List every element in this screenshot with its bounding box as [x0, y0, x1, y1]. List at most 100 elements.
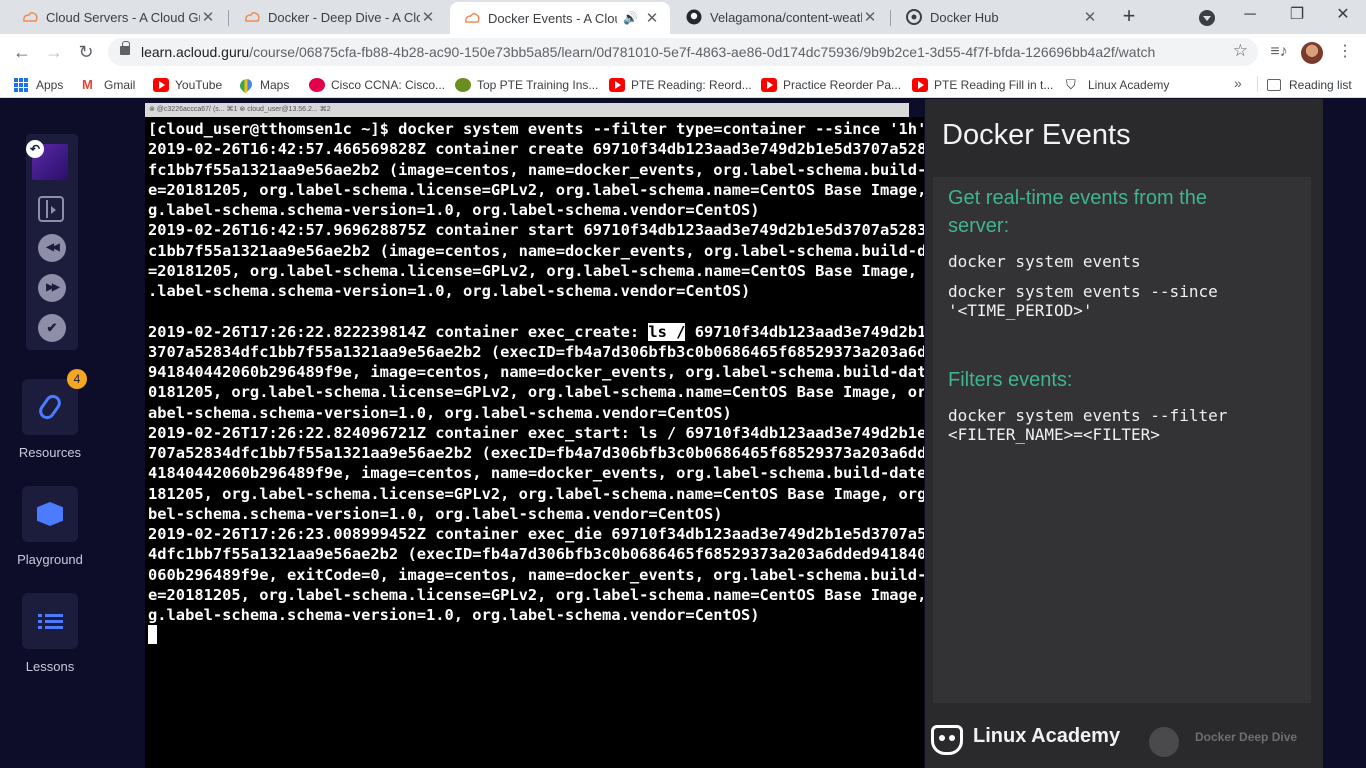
close-tab-icon[interactable]: ✕: [420, 8, 436, 26]
cisco-icon: [309, 78, 325, 92]
slide-code-filter: docker system events --filter <FILTER_NA…: [948, 406, 1228, 444]
github-icon: [686, 9, 702, 25]
youtube-icon: [912, 78, 928, 92]
rewind-icon[interactable]: ◀◀: [38, 234, 66, 262]
reading-list-icon: [1267, 79, 1281, 91]
docker-hub-icon: [906, 9, 922, 25]
linux-academy-owl-icon: [931, 725, 963, 755]
terminal-events-block: 2019-02-26T16:42:57.466569828Z container…: [148, 140, 924, 300]
bookmark-apps[interactable]: Apps: [14, 76, 63, 94]
tab-docker-deep-dive[interactable]: Docker - Deep Dive - A Clouc ✕: [230, 0, 446, 34]
close-window-button[interactable]: ✕: [1329, 4, 1357, 28]
pte-icon: [455, 78, 471, 92]
acloudguru-icon: [244, 9, 260, 25]
bookmark-pte-fill[interactable]: PTE Reading Fill in t...: [912, 76, 1053, 94]
new-tab-button[interactable]: +: [1118, 4, 1140, 30]
browser-toolbar: ← → ↻ learn.acloud.guru/course/06875cfa-…: [0, 34, 1366, 70]
lock-icon[interactable]: [120, 41, 130, 55]
media-control-icon[interactable]: ≡♪: [1267, 40, 1291, 64]
course-name: Docker Deep Dive: [1195, 730, 1298, 744]
terminal-exec-suffix: 69710f34db123aad3e749d2b1e5d: [694, 322, 924, 341]
address-bar[interactable]: learn.acloud.guru/course/06875cfa-fb88-4…: [108, 38, 1258, 66]
tab-docker-events[interactable]: Docker Events - A Cloud 🔊 ✕: [450, 2, 670, 34]
resources-button[interactable]: [22, 379, 78, 435]
gmail-icon: M: [82, 77, 93, 92]
reading-list-button[interactable]: Reading list: [1267, 76, 1352, 94]
course-player: ↶ ◀◀ ▶▶ ✔ 4 Resources Playground Lessons…: [0, 99, 1366, 768]
playground-button[interactable]: [22, 486, 78, 542]
lessons-button[interactable]: [22, 593, 78, 649]
bookmarks-overflow-button[interactable]: »: [1234, 75, 1242, 91]
bookmark-pte-reorder[interactable]: PTE Reading: Reord...: [609, 76, 752, 94]
profile-avatar[interactable]: [1301, 42, 1323, 64]
fast-forward-icon[interactable]: ▶▶: [38, 274, 66, 302]
compass-icon: [1149, 727, 1179, 757]
terminal-prompt-line: [cloud_user@tthomsen1c ~]$ docker system…: [148, 120, 924, 138]
acloudguru-icon: [464, 10, 480, 26]
menu-icon[interactable]: ⋮: [1333, 40, 1357, 64]
terminal-tab-bar[interactable]: ⊗ @c3226accca67/ (s... ⌘1 ⊗ cloud_user@1…: [145, 103, 909, 117]
sidebar-toggle-icon[interactable]: [38, 196, 64, 222]
slide-heading-realtime: Get real-time events from the server:: [948, 187, 1207, 237]
list-icon: [37, 613, 63, 629]
maps-icon: [237, 76, 255, 94]
back-button[interactable]: ←: [10, 40, 34, 64]
slide-code-events: docker system events: [948, 252, 1141, 271]
linux-academy-icon: ⛉: [1066, 77, 1076, 92]
terminal-output: [cloud_user@tthomsen1c ~]$ docker system…: [148, 119, 924, 646]
slide-code-since: docker system events --since '<TIME_PERI…: [948, 282, 1218, 320]
terminal-video[interactable]: [cloud_user@tthomsen1c ~]$ docker system…: [145, 117, 924, 768]
bookmark-linux-academy[interactable]: ⛉ Linux Academy: [1066, 76, 1169, 94]
acloudguru-icon: [22, 9, 38, 25]
close-tab-icon[interactable]: ✕: [1082, 8, 1098, 26]
bookmark-practice-reorder[interactable]: Practice Reorder Pa...: [761, 76, 901, 94]
resources-count-badge: 4: [67, 369, 87, 389]
bookmark-maps[interactable]: Maps: [237, 76, 289, 94]
close-tab-icon[interactable]: ✕: [200, 8, 216, 26]
cube-icon: [37, 502, 63, 526]
back-arrow-icon[interactable]: ↶: [26, 140, 44, 158]
slide-heading-filters: Filters events:: [948, 369, 1073, 391]
tab-search-icon[interactable]: [1199, 10, 1215, 26]
resources-label: Resources: [18, 445, 82, 460]
lessons-label: Lessons: [25, 659, 75, 674]
video-controls-panel: ↶ ◀◀ ▶▶ ✔: [26, 134, 78, 350]
forward-button[interactable]: →: [42, 40, 66, 64]
course-sidebar: ↶ ◀◀ ▶▶ ✔ 4 Resources Playground Lessons: [0, 99, 100, 768]
lesson-slide: Docker Events Get real-time events from …: [925, 99, 1323, 768]
mark-complete-icon[interactable]: ✔: [38, 314, 66, 342]
youtube-icon: [609, 78, 625, 92]
apps-icon: [14, 78, 30, 92]
playground-label: Playground: [17, 552, 83, 567]
slide-title: Docker Events: [942, 119, 1131, 151]
course-thumbnail[interactable]: ↶: [26, 140, 68, 180]
bookmark-star-icon[interactable]: ☆: [1233, 41, 1248, 61]
audio-playing-icon[interactable]: 🔊: [623, 11, 638, 25]
terminal-cursor: [148, 625, 157, 645]
tab-separator: [228, 10, 229, 26]
minimize-button[interactable]: ─: [1236, 4, 1264, 28]
bookmark-youtube[interactable]: YouTube: [153, 76, 222, 94]
linux-academy-brand: Linux Academy: [973, 725, 1121, 747]
url-text: learn.acloud.guru/course/06875cfa-fb88-4…: [141, 44, 1156, 60]
terminal-exec-block: 3707a52834dfc1bb7f55a1321aa9e56ae2b2 (ex…: [148, 342, 924, 624]
terminal-exec-prefix: 2019-02-26T17:26:22.822239814Z container…: [148, 322, 649, 341]
close-tab-icon[interactable]: ✕: [644, 9, 660, 27]
close-tab-icon[interactable]: ✕: [862, 8, 878, 26]
slide-content-card: Get real-time events from the server: do…: [933, 177, 1311, 703]
slide-footer: Linux Academy Docker Deep Dive: [925, 711, 1323, 768]
maximize-button[interactable]: ❐: [1283, 4, 1311, 28]
bookmark-cisco-ccna[interactable]: Cisco CCNA: Cisco...: [309, 76, 445, 94]
bookmark-separator: [1257, 76, 1258, 92]
youtube-icon: [761, 78, 777, 92]
reload-button[interactable]: ↻: [74, 40, 98, 64]
bookmark-top-pte[interactable]: Top PTE Training Ins...: [455, 76, 598, 94]
tab-separator: [890, 10, 891, 26]
bookmark-gmail[interactable]: M Gmail: [82, 76, 135, 94]
tab-github-content-weather[interactable]: Velagamona/content-weathe ✕: [672, 0, 888, 34]
paperclip-icon: [35, 391, 65, 423]
tab-docker-hub[interactable]: Docker Hub ✕: [892, 0, 1108, 34]
browser-tabstrip: Cloud Servers - A Cloud Guru ✕ Docker - …: [0, 0, 1366, 34]
youtube-icon: [153, 78, 169, 92]
tab-cloud-servers[interactable]: Cloud Servers - A Cloud Guru ✕: [8, 0, 226, 34]
